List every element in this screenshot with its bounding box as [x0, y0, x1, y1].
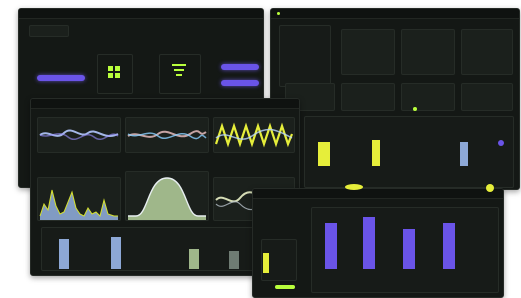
kpi-card-1: [341, 29, 395, 75]
waveform-panel-2: [125, 117, 209, 153]
status-pill[interactable]: [275, 285, 295, 289]
chart-bar-1: [325, 223, 337, 269]
stat-card-2: [341, 83, 395, 111]
waveform-panel-3: [213, 117, 295, 153]
waveform-panel-1: [37, 117, 121, 153]
mid-bar-blue: [460, 142, 468, 166]
mid-bar-yellow-2: [372, 140, 380, 166]
chart-bar-2: [363, 217, 375, 269]
mid-bar-yellow-1: [318, 142, 330, 166]
bell-curve-panel: [125, 171, 209, 221]
toggle-button[interactable]: [37, 75, 85, 81]
chart-bar-3: [403, 229, 415, 269]
status-dot-icon: [413, 107, 417, 111]
histogram-panel: [37, 177, 121, 221]
sidebar-header: [29, 25, 69, 37]
meter-bar-4: [229, 251, 239, 269]
chart-bar-4: [443, 223, 455, 269]
stat-card-4: [461, 83, 513, 111]
mid-dot-purple: [498, 140, 504, 146]
stat-card-3: [401, 83, 455, 111]
highlight-2: [486, 184, 494, 192]
filter-card[interactable]: [159, 54, 201, 94]
titlebar: [253, 189, 503, 199]
highlight-1: [345, 184, 363, 190]
meter-bar-3: [189, 249, 199, 269]
window-dot-icon: [277, 12, 280, 15]
kpi-card-3: [461, 29, 513, 75]
sidebar: [279, 25, 331, 87]
titlebar: [31, 99, 299, 109]
titlebar: [19, 9, 263, 19]
secondary-action-button[interactable]: [221, 80, 259, 86]
meter-bar-1: [59, 239, 69, 269]
meter-bar-2: [111, 237, 121, 269]
grid-card[interactable]: [97, 54, 133, 94]
kpi-card-2: [401, 29, 455, 75]
primary-action-button[interactable]: [221, 64, 259, 70]
mid-right-strip: [304, 116, 514, 188]
window-right-bottom: [252, 188, 504, 298]
titlebar: [271, 9, 519, 19]
small-indicator: [263, 253, 269, 273]
